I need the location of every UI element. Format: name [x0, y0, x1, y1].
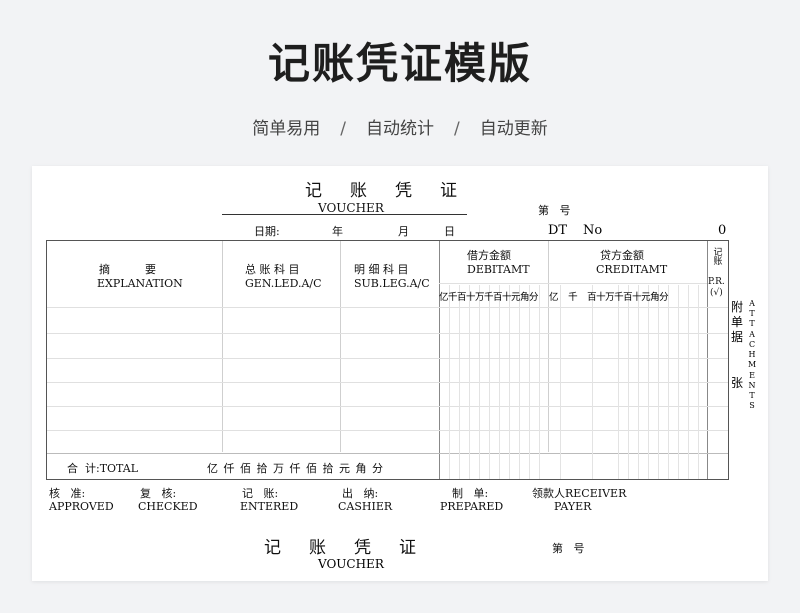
signature-checked: 复 核: [140, 487, 177, 500]
amount-header-divider [439, 283, 707, 284]
feature-separator: / [340, 119, 346, 139]
pr-header: 记账 [713, 248, 723, 267]
voucher-table: 摘 要 EXPLANATION 总 账 科 目 GEN.LED.A/C 明 细 … [46, 240, 729, 480]
signature-checked-en: CHECKED [138, 500, 198, 513]
no-value[interactable]: 0 [718, 223, 726, 238]
debit-digits: 亿千百十万千百十元角分 [439, 292, 539, 303]
date-day: 日 [444, 225, 455, 238]
credit-digit-grid [548, 285, 707, 479]
voucher-sheet: 记账凭证 VOUCHER 第 号 日期: 年 月 日 DT No 0 摘 要 E… [32, 166, 768, 581]
feature-separator: / [454, 119, 460, 139]
signature-approved-en: APPROVED [49, 500, 114, 513]
signature-payer-en: PAYER [554, 500, 592, 513]
signature-entered-en: ENTERED [240, 500, 299, 513]
voucher-title: 记账凭证 [305, 181, 485, 201]
signature-prepared: 制 单: [452, 487, 489, 500]
debit-header: 借方金额 [467, 249, 511, 262]
pr-header-en: P.R. [708, 277, 725, 287]
date-label: 日期: [254, 225, 280, 238]
feature-item: 自动更新 [479, 119, 548, 139]
voucher-subtitle: VOUCHER [318, 201, 384, 215]
signature-prepared-en: PREPARED [440, 500, 504, 513]
credit-digits: 亿 千 百十万千百十元角分 [549, 292, 669, 303]
explanation-header-en: EXPLANATION [97, 277, 183, 290]
total-units: 亿 仟 佰 拾 万 仟 佰 拾 元 角 分 [207, 462, 384, 475]
dt-label: DT [548, 223, 568, 238]
explanation-header: 摘 要 [99, 263, 156, 276]
voucher-number-label: 第 号 [538, 204, 571, 217]
date-year: 年 [332, 225, 343, 238]
col-divider [340, 241, 341, 452]
signature-entered: 记 账: [242, 487, 279, 500]
pr-check: (√) [710, 288, 723, 298]
date-month: 月 [398, 225, 409, 238]
attachments-label-en: ATTACHMENTS [748, 299, 757, 411]
sub-led-header-en: SUB.LEG.A/C [354, 277, 430, 290]
voucher2-title: 记账凭证 [264, 538, 444, 558]
feature-list: 简单易用 / 自动统计 / 自动更新 [0, 114, 800, 139]
total-label: 合 计:TOTAL [67, 462, 139, 475]
col-divider [222, 241, 223, 452]
no-label: No [583, 223, 603, 238]
attachments-unit: 张 [731, 376, 744, 390]
page-title: 记账凭证模版 [267, 39, 532, 88]
voucher2-subtitle: VOUCHER [318, 557, 384, 571]
signature-receiver: 领款人RECEIVER [532, 487, 627, 500]
gen-led-header: 总 账 科 目 [245, 263, 300, 276]
debit-digit-grid [439, 285, 548, 479]
debit-header-en: DEBITAMT [467, 263, 530, 276]
signature-cashier: 出 纳: [342, 487, 379, 500]
voucher2-number-label: 第 号 [552, 542, 585, 555]
credit-header: 贷方金额 [600, 249, 644, 262]
signature-cashier-en: CASHIER [338, 500, 393, 513]
attachments-label: 附单据 [730, 300, 743, 344]
feature-item: 简单易用 [252, 119, 321, 139]
signature-approved: 核 准: [49, 487, 86, 500]
credit-header-en: CREDITAMT [596, 263, 668, 276]
gen-led-header-en: GEN.LED.A/C [245, 277, 322, 290]
sub-led-header: 明 细 科 目 [354, 263, 409, 276]
feature-item: 自动统计 [366, 119, 434, 139]
